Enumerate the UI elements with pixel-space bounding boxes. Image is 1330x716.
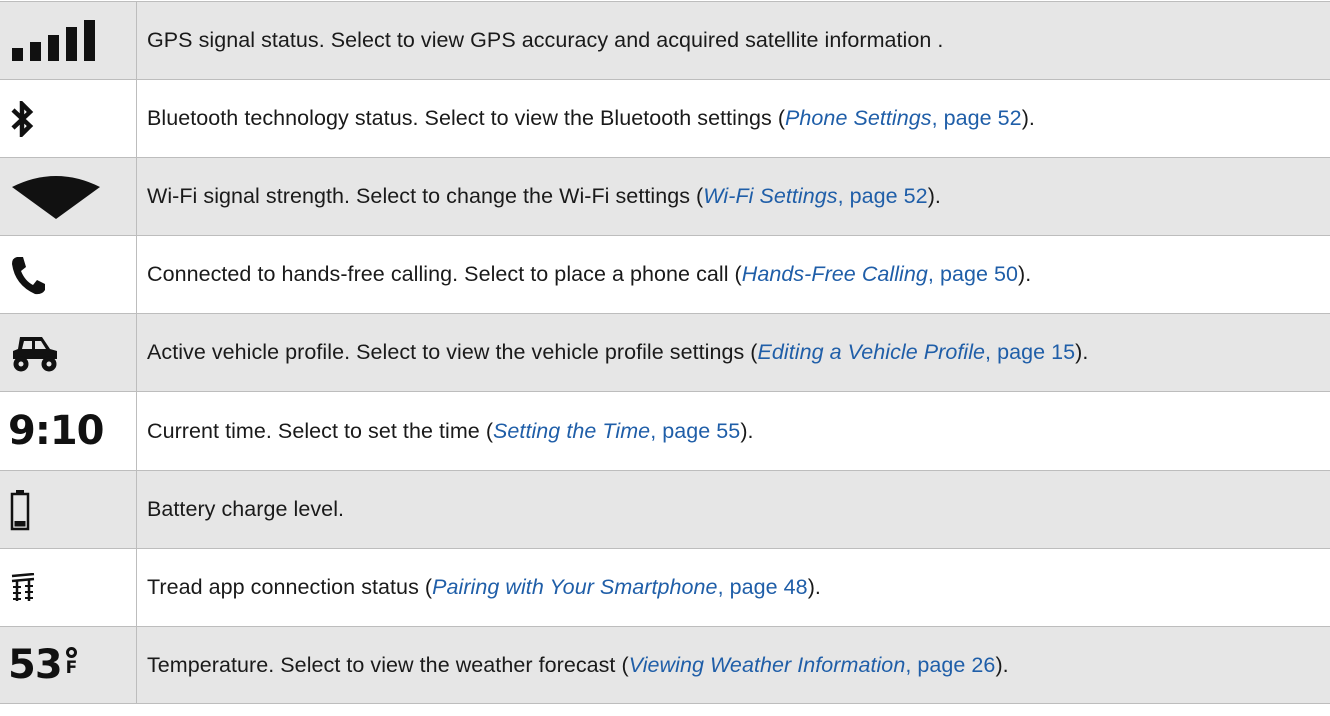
temperature-icon: 53 F xyxy=(8,642,77,688)
cross-reference-link[interactable]: Phone Settings, page 52 xyxy=(785,106,1022,131)
cross-reference-link[interactable]: Editing a Vehicle Profile, page 15 xyxy=(758,340,1076,365)
description-cell: Tread app connection status (Pairing wit… xyxy=(147,575,821,600)
table-row: Bluetooth technology status. Select to v… xyxy=(0,79,1330,157)
icon-cell: 53 F xyxy=(0,627,137,703)
icon-cell xyxy=(0,80,137,157)
temperature-value: 53 xyxy=(8,642,63,688)
table-row: Connected to hands-free calling. Select … xyxy=(0,235,1330,313)
unit-label: F xyxy=(65,658,78,678)
description-cell: Bluetooth technology status. Select to v… xyxy=(147,106,1035,131)
description-cell: Temperature. Select to view the weather … xyxy=(147,652,1009,678)
cross-reference-link[interactable]: Setting the Time, page 55 xyxy=(493,419,740,444)
temperature-unit: F xyxy=(65,642,78,678)
table-row: 9:10 Current time. Select to set the tim… xyxy=(0,391,1330,470)
status-icon-table: GPS signal status. Select to view GPS ac… xyxy=(0,1,1330,704)
degree-icon xyxy=(65,647,77,658)
table-row: 53 F Temperature. Select to view the wea… xyxy=(0,626,1330,704)
icon-cell xyxy=(0,158,137,235)
icon-cell: 9:10 xyxy=(0,392,137,470)
icon-cell xyxy=(0,549,137,626)
row-text: GPS signal status. Select to view GPS ac… xyxy=(147,28,944,52)
table-row: GPS signal status. Select to view GPS ac… xyxy=(0,1,1330,79)
row-text: Active vehicle profile. Select to view t… xyxy=(147,340,758,364)
table-row: Active vehicle profile. Select to view t… xyxy=(0,313,1330,391)
icon-cell xyxy=(0,2,137,79)
table-row: Battery charge level. xyxy=(0,470,1330,548)
description-cell: Active vehicle profile. Select to view t… xyxy=(147,340,1089,365)
row-text: Current time. Select to set the time ( xyxy=(147,418,494,443)
tread-app-icon xyxy=(11,572,35,601)
phone-icon xyxy=(12,256,45,294)
description-cell: Current time. Select to set the time (Se… xyxy=(147,418,754,444)
row-text: Wi-Fi signal strength. Select to change … xyxy=(147,184,704,208)
vehicle-icon xyxy=(13,336,57,371)
row-text: Bluetooth technology status. Select to v… xyxy=(147,106,786,130)
table-row: Wi-Fi signal strength. Select to change … xyxy=(0,157,1330,235)
description-cell: Battery charge level. xyxy=(137,471,1330,548)
row-text: Battery charge level. xyxy=(147,497,345,521)
table-row: Tread app connection status (Pairing wit… xyxy=(0,548,1330,626)
clock-time-icon: 9:10 xyxy=(8,408,104,454)
bluetooth-icon xyxy=(11,100,34,137)
icon-cell xyxy=(0,236,137,313)
gps-signal-icon xyxy=(12,19,95,61)
icon-cell xyxy=(0,314,137,391)
description-cell: Connected to hands-free calling. Select … xyxy=(147,262,1032,287)
description-cell: Wi-Fi signal strength. Select to change … xyxy=(147,184,941,209)
battery-icon xyxy=(10,489,30,530)
row-text: Temperature. Select to view the weather … xyxy=(147,652,629,677)
description-cell: GPS signal status. Select to view GPS ac… xyxy=(137,2,1330,79)
cross-reference-link[interactable]: Hands-Free Calling, page 50 xyxy=(742,262,1018,287)
wifi-icon xyxy=(12,175,100,219)
icon-cell xyxy=(0,471,137,548)
cross-reference-link[interactable]: Wi-Fi Settings, page 52 xyxy=(703,184,927,209)
row-text: Connected to hands-free calling. Select … xyxy=(147,262,742,286)
cross-reference-link[interactable]: Viewing Weather Information, page 26 xyxy=(629,653,996,678)
row-text: Tread app connection status ( xyxy=(147,575,433,599)
cross-reference-link[interactable]: Pairing with Your Smartphone, page 48 xyxy=(432,575,808,600)
